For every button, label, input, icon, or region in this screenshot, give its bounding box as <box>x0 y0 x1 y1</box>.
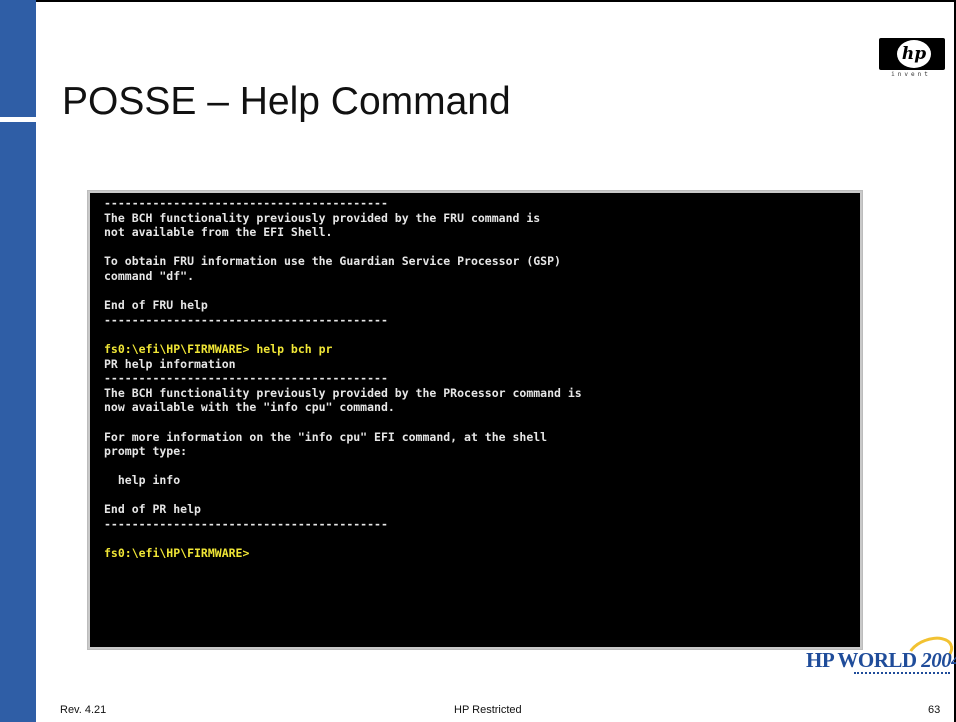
terminal-output-line: ----------------------------------------… <box>104 517 388 532</box>
slide-frame-top <box>0 0 956 2</box>
terminal-output-line: ----------------------------------------… <box>104 196 388 210</box>
terminal-output-line: PR help information <box>104 356 236 371</box>
terminal-output-line: help info <box>104 473 181 488</box>
terminal-output-line: The BCH functionality previously provide… <box>104 210 541 225</box>
terminal-output-line: ----------------------------------------… <box>104 371 388 386</box>
hp-logo-mark: hp <box>897 40 931 68</box>
accent-bar-notch <box>0 117 38 122</box>
footer-page-number: 63 <box>928 704 941 716</box>
terminal-screenshot: ----------------------------------------… <box>87 190 863 650</box>
footer-classification: HP Restricted <box>454 704 522 716</box>
hp-logo-box: hp <box>879 38 945 70</box>
hp-world-brand: HP WORLD <box>806 648 917 672</box>
terminal-output-line: End of PR help <box>104 502 201 517</box>
slide-title: POSSE – Help Command <box>62 80 511 123</box>
terminal-screen: ----------------------------------------… <box>90 193 860 647</box>
terminal-output-line: End of FRU help <box>104 298 208 313</box>
terminal-prompt-line: fs0:\efi\HP\FIRMWARE> help bch pr <box>104 341 333 356</box>
footer-revision: Rev. 4.21 <box>60 704 107 716</box>
terminal-output-line: prompt type: <box>104 444 188 459</box>
hp-logo-tagline: invent <box>891 71 931 78</box>
hp-world-logo: HP WORLD 2004 <box>806 630 956 684</box>
left-accent-bar <box>0 0 36 722</box>
hp-world-year: 2004 <box>921 648 956 672</box>
hp-world-tagline-rule <box>854 672 950 677</box>
hp-logo: hp invent <box>876 38 946 80</box>
terminal-output-line: now available with the "info cpu" comman… <box>104 400 395 415</box>
terminal-output-line: not available from the EFI Shell. <box>104 225 333 240</box>
hp-world-wordmark: HP WORLD 2004 <box>806 648 956 673</box>
terminal-output-line: ----------------------------------------… <box>104 312 388 327</box>
terminal-output-line: To obtain FRU information use the Guardi… <box>104 254 561 269</box>
terminal-prompt-line: fs0:\efi\HP\FIRMWARE> <box>104 546 250 561</box>
terminal-output-line: For more information on the "info cpu" E… <box>104 429 548 444</box>
terminal-output-line: The BCH functionality previously provide… <box>104 385 582 400</box>
terminal-output-line: command "df". <box>104 268 195 283</box>
